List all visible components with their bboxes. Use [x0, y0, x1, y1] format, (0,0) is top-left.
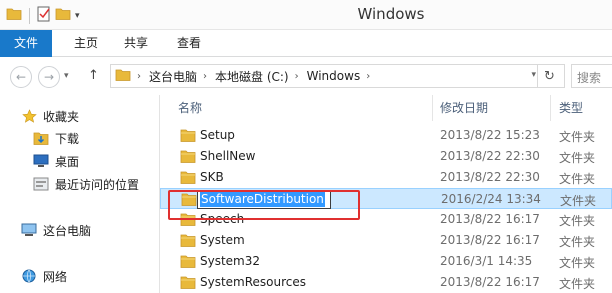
up-button[interactable]: ↑	[88, 68, 99, 83]
file-date: 2016/3/1 14:35	[440, 254, 533, 268]
file-type: 文件夹	[559, 277, 596, 291]
recent-places-icon	[32, 176, 50, 192]
table-row[interactable]: System32 2016/3/1 14:35 文件夹	[160, 251, 612, 272]
refresh-button[interactable]: ↻	[537, 64, 561, 88]
window-title: Windows	[357, 5, 425, 23]
nav-label: 收藏夹	[43, 109, 80, 124]
breadcrumb-this-pc[interactable]: 这台电脑	[149, 68, 197, 85]
file-name: Setup	[200, 128, 235, 142]
column-header-date[interactable]: 修改日期	[440, 99, 488, 119]
table-row[interactable]: Setup 2013/8/22 15:23 文件夹	[160, 125, 612, 146]
ribbon-tabs: 文件 主页 共享 查看	[0, 30, 612, 57]
file-name: SKB	[200, 170, 224, 184]
table-row[interactable]: SKB 2013/8/22 22:30 文件夹	[160, 167, 612, 188]
nav-label: 最近访问的位置	[55, 177, 140, 192]
file-type: 文件夹	[559, 214, 596, 228]
column-divider[interactable]	[432, 95, 433, 121]
title-bar: ▾ Windows	[0, 0, 612, 30]
folder-icon	[180, 128, 196, 143]
table-row[interactable]: System 2013/8/22 16:17 文件夹	[160, 230, 612, 251]
breadcrumb-local-disk[interactable]: 本地磁盘 (C:)	[215, 68, 289, 85]
folder-icon	[180, 233, 196, 248]
desktop-icon	[32, 153, 50, 169]
file-date: 2013/8/22 22:30	[440, 149, 540, 163]
file-name: SystemResources	[200, 275, 307, 289]
table-row[interactable]: SystemResources 2013/8/22 16:17 文件夹	[160, 272, 612, 293]
forward-arrow-icon: →	[43, 70, 55, 84]
file-type: 文件夹	[559, 151, 596, 165]
computer-icon	[20, 222, 38, 238]
tab-share[interactable]: 共享	[110, 30, 162, 57]
file-type: 文件夹	[559, 172, 596, 186]
recent-locations-chevron-icon[interactable]: ▾	[64, 71, 69, 81]
file-date: 2013/8/22 22:30	[440, 170, 540, 184]
column-divider[interactable]	[550, 95, 551, 121]
file-date: 2013/8/22 16:17	[440, 275, 540, 289]
chevron-right-icon[interactable]: ›	[203, 71, 207, 82]
address-row: ← → ▾ ↑ › 这台电脑 › 本地磁盘 (C:) › Windows › ▾…	[0, 57, 612, 95]
nav-this-pc[interactable]: 这台电脑	[20, 219, 91, 241]
file-date: 2013/8/22 15:23	[440, 128, 540, 142]
table-row[interactable]: ShellNew 2013/8/22 22:30 文件夹	[160, 146, 612, 167]
tab-home[interactable]: 主页	[60, 30, 112, 57]
tab-view[interactable]: 查看	[163, 30, 215, 57]
nav-item-desktop[interactable]: 桌面	[32, 150, 79, 172]
column-header-name[interactable]: 名称	[178, 99, 202, 119]
file-name: System32	[200, 254, 261, 268]
search-input[interactable]: 搜索	[571, 64, 612, 88]
folder-icon	[180, 254, 196, 269]
folder-icon	[180, 149, 196, 164]
file-type: 文件夹	[559, 235, 596, 249]
download-folder-icon	[32, 130, 50, 146]
chevron-right-icon[interactable]: ›	[366, 71, 370, 82]
tab-file[interactable]: 文件	[0, 30, 52, 57]
back-button[interactable]: ←	[10, 66, 32, 88]
highlight-annotation	[168, 190, 360, 220]
nav-label: 下载	[55, 131, 80, 146]
forward-button[interactable]: →	[38, 66, 60, 88]
nav-item-recent-places[interactable]: 最近访问的位置	[32, 173, 139, 195]
chevron-right-icon[interactable]: ›	[295, 71, 299, 82]
file-type: 文件夹	[560, 194, 597, 208]
column-header-type[interactable]: 类型	[559, 99, 583, 119]
nav-label: 这台电脑	[43, 223, 92, 238]
folder-icon	[180, 275, 196, 290]
address-dropdown-chevron-icon[interactable]: ▾	[531, 70, 536, 80]
file-type: 文件夹	[559, 256, 596, 270]
file-type: 文件夹	[559, 130, 596, 144]
network-icon	[20, 268, 38, 284]
star-icon	[20, 108, 38, 124]
nav-label: 桌面	[55, 154, 80, 169]
file-name: ShellNew	[200, 149, 256, 163]
file-date: 2016/2/24 13:34	[441, 192, 541, 206]
nav-favorites[interactable]: 收藏夹	[20, 105, 79, 127]
file-date: 2013/8/22 16:17	[440, 212, 540, 226]
breadcrumb-windows[interactable]: Windows	[307, 69, 361, 83]
file-name: System	[200, 233, 245, 247]
refresh-icon: ↻	[544, 68, 555, 84]
address-bar[interactable]: › 这台电脑 › 本地磁盘 (C:) › Windows › ▾	[110, 64, 565, 88]
folder-icon	[115, 68, 131, 85]
file-date: 2013/8/22 16:17	[440, 233, 540, 247]
chevron-right-icon[interactable]: ›	[137, 71, 141, 82]
navigation-pane: 收藏夹 下载 桌面 最近访问的位置 这台电脑 网络	[0, 95, 160, 293]
nav-item-downloads[interactable]: 下载	[32, 127, 79, 149]
back-arrow-icon: ←	[15, 70, 27, 84]
nav-network[interactable]: 网络	[20, 265, 67, 287]
nav-label: 网络	[43, 269, 68, 284]
folder-icon	[180, 170, 196, 185]
